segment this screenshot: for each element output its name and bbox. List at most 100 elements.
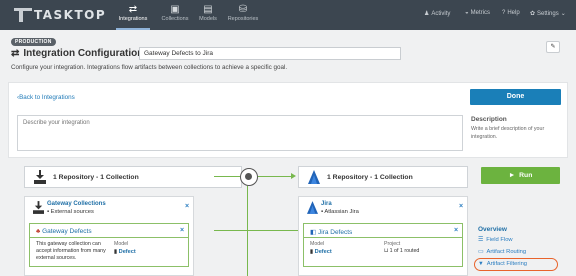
right-project-value-text: 1 of 1 routed bbox=[389, 248, 420, 254]
left-repository-card[interactable]: 1 Repository - 1 Collection bbox=[24, 166, 242, 188]
models-icon: ▤ bbox=[203, 4, 213, 15]
document-icon: ▮ bbox=[114, 249, 118, 255]
right-model-label: Model bbox=[310, 241, 325, 247]
chevron-down-icon: ⌄ bbox=[560, 11, 566, 17]
left-collection-name[interactable]: Gateway Collections bbox=[47, 201, 106, 207]
logo-mark-icon bbox=[14, 8, 32, 22]
metrics-icon: ◒ bbox=[465, 10, 469, 16]
app-logo[interactable]: TASKTOP bbox=[14, 7, 106, 23]
metrics-label: Metrics bbox=[470, 10, 490, 16]
overview-title: Overview bbox=[478, 226, 507, 233]
left-model-label: Model bbox=[114, 241, 129, 247]
close-icon[interactable]: × bbox=[459, 203, 463, 210]
metrics-link[interactable]: ◒ Metrics bbox=[465, 10, 490, 16]
environment-badge: PRODUCTION bbox=[11, 38, 56, 46]
pin-button[interactable]: ✎ bbox=[546, 41, 560, 53]
bell-icon: ♟ bbox=[424, 11, 430, 17]
right-model-value[interactable]: ▮ Defect bbox=[310, 249, 332, 255]
document-icon: ▮ bbox=[310, 249, 314, 255]
right-repository-label: 1 Repository - 1 Collection bbox=[327, 174, 413, 181]
collection-download-icon bbox=[33, 201, 44, 214]
done-button[interactable]: Done bbox=[470, 89, 561, 105]
right-repository-card[interactable]: 1 Repository - 1 Collection bbox=[298, 166, 468, 188]
activity-label: Activity bbox=[431, 10, 451, 17]
nav-integrations[interactable]: ⇄ Integrations bbox=[116, 4, 150, 30]
flow-line-left-stub bbox=[214, 176, 240, 177]
nav-repositories-label: Repositories bbox=[227, 16, 259, 22]
overview-artifact-routing[interactable]: ▭ Artifact Routing bbox=[478, 249, 526, 255]
page-description: Configure your integration. Integrations… bbox=[11, 64, 288, 71]
back-to-integrations-link[interactable]: ‹Back to Integrations bbox=[17, 94, 75, 101]
left-repo-description: This gateway collection can accept infor… bbox=[36, 241, 106, 261]
right-repo-name-text: Jira Defects bbox=[317, 229, 353, 236]
field-flow-label: Field Flow bbox=[486, 237, 513, 243]
artifact-routing-icon: ▭ bbox=[478, 249, 484, 255]
run-button[interactable]: ► Run bbox=[481, 167, 560, 184]
jira-logo-icon bbox=[308, 170, 320, 184]
help-label: Help bbox=[507, 10, 520, 16]
integrations-icon: ⇄ bbox=[128, 4, 138, 15]
right-collection-card: Jira ▪ Atlassian Jira × ◧ Jira Defects ×… bbox=[298, 196, 468, 276]
nav-collections[interactable]: ▣ Collections bbox=[159, 4, 191, 26]
right-collection-sub: ▪ Atlassian Jira bbox=[321, 209, 359, 215]
nav-repositories[interactable]: ⛁ Repositories bbox=[226, 4, 260, 26]
description-panel: ‹Back to Integrations Done Description W… bbox=[8, 82, 568, 158]
flow-line-vertical bbox=[247, 186, 248, 276]
folder-icon: ⊔ bbox=[384, 248, 389, 254]
artifact-filtering-label: Artifact Filtering bbox=[486, 261, 528, 267]
left-model-value[interactable]: ▮ Defect bbox=[114, 249, 136, 255]
right-project-label: Project bbox=[384, 241, 401, 247]
close-icon[interactable]: × bbox=[180, 227, 184, 234]
artifact-routing-label: Artifact Routing bbox=[486, 249, 527, 255]
repositories-icon: ⛁ bbox=[238, 4, 248, 15]
left-repo-name-text: Gateway Defects bbox=[42, 228, 92, 235]
left-collection-card: Gateway Collections ▪ External sources ×… bbox=[24, 196, 194, 276]
right-model-value-text: Defect bbox=[314, 249, 332, 255]
left-collection-sub-text: External sources bbox=[50, 209, 94, 215]
field-flow-icon: ☰ bbox=[478, 237, 484, 243]
divider bbox=[30, 237, 188, 238]
left-model-value-text: Defect bbox=[118, 249, 136, 255]
overview-field-flow[interactable]: ☰ Field Flow bbox=[478, 237, 513, 243]
download-icon bbox=[34, 170, 46, 184]
collections-icon: ▣ bbox=[170, 4, 180, 15]
gear-icon: ✿ bbox=[530, 11, 536, 17]
nav-integrations-label: Integrations bbox=[118, 16, 148, 22]
help-link[interactable]: ? Help bbox=[502, 10, 520, 16]
top-nav: TASKTOP ⇄ Integrations ▣ Collections ▤ M… bbox=[0, 0, 576, 30]
settings-link[interactable]: ✿ Settings ⌄ bbox=[530, 10, 566, 18]
run-label: Run bbox=[519, 172, 533, 179]
right-collection-sub-text: Atlassian Jira bbox=[324, 209, 359, 215]
right-project-value[interactable]: ⊔ 1 of 1 routed bbox=[384, 248, 419, 255]
filter-icon: ▼ bbox=[478, 261, 484, 267]
left-collection-sub: ▪ External sources bbox=[47, 209, 94, 215]
pin-icon: ✎ bbox=[550, 44, 556, 50]
page-title-text: Integration Configuration bbox=[23, 48, 144, 59]
left-repository-box[interactable]: ♣ Gateway Defects × This gateway collect… bbox=[29, 223, 189, 267]
flow-line-bottom bbox=[214, 230, 302, 231]
description-side-text: Write a brief description of your integr… bbox=[471, 126, 545, 140]
right-repo-name: ◧ Jira Defects bbox=[310, 228, 352, 236]
flow-line-right bbox=[258, 176, 292, 177]
settings-label: Settings bbox=[537, 10, 559, 17]
integration-hub-icon[interactable] bbox=[240, 168, 258, 186]
description-textarea[interactable] bbox=[17, 115, 463, 151]
overview-artifact-filtering[interactable]: ▼ Artifact Filtering bbox=[478, 261, 527, 267]
divider bbox=[304, 237, 462, 238]
integration-name-input[interactable] bbox=[139, 47, 401, 60]
nav-models-label: Models bbox=[199, 16, 217, 22]
nav-models[interactable]: ▤ Models bbox=[196, 4, 220, 26]
close-icon[interactable]: × bbox=[185, 203, 189, 210]
left-repo-name: ♣ Gateway Defects bbox=[36, 228, 92, 235]
left-repository-label: 1 Repository - 1 Collection bbox=[53, 174, 139, 181]
logo-text: TASKTOP bbox=[34, 8, 107, 22]
activity-link[interactable]: ♟ Activity bbox=[424, 10, 451, 18]
flow-arrow-icon bbox=[291, 173, 296, 179]
page-header: PRODUCTION ⇄ Integration Configuration C… bbox=[8, 36, 568, 76]
nav-collections-label: Collections bbox=[161, 16, 189, 22]
jira-logo-icon bbox=[307, 201, 318, 214]
right-collection-name[interactable]: Jira bbox=[321, 201, 332, 207]
close-icon[interactable]: × bbox=[454, 227, 458, 234]
gateway-icon: ♣ bbox=[36, 228, 41, 235]
right-repository-box[interactable]: ◧ Jira Defects × Model ▮ Defect Project … bbox=[303, 223, 463, 267]
